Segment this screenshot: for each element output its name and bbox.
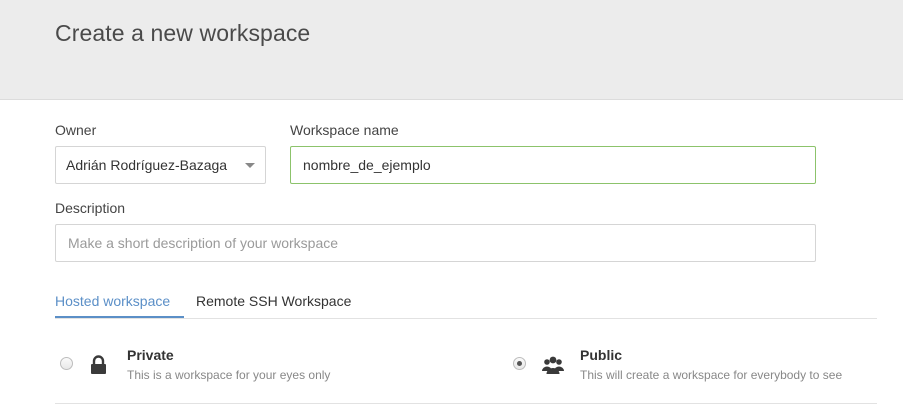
- private-option-title: Private: [127, 347, 174, 363]
- private-radio[interactable]: [60, 357, 73, 370]
- tab-hosted-workspace[interactable]: Hosted workspace: [55, 293, 170, 309]
- public-option-description: This will create a workspace for everybo…: [580, 368, 843, 382]
- workspace-name-input[interactable]: [290, 146, 816, 184]
- tab-remote-ssh-workspace[interactable]: Remote SSH Workspace: [196, 293, 351, 309]
- users-icon: [542, 355, 564, 380]
- lock-icon: [90, 355, 107, 380]
- private-option-description: This is a workspace for your eyes only: [127, 368, 331, 382]
- page-title: Create a new workspace: [55, 20, 311, 46]
- description-input[interactable]: [55, 224, 816, 262]
- owner-select-value: Adrián Rodríguez-Bazaga: [66, 157, 228, 173]
- page-header: Create a new workspace: [0, 0, 903, 100]
- owner-select[interactable]: Adrián Rodríguez-Bazaga: [55, 146, 266, 184]
- workspace-name-label: Workspace name: [290, 122, 399, 138]
- active-tab-indicator: [55, 316, 184, 318]
- public-radio[interactable]: [513, 357, 526, 370]
- chevron-down-icon: [245, 163, 255, 168]
- description-label: Description: [55, 200, 126, 216]
- owner-label: Owner: [55, 122, 97, 138]
- workspace-type-tabs: Hosted workspace Remote SSH Workspace: [55, 285, 877, 319]
- divider: [55, 403, 877, 404]
- public-option-title: Public: [580, 347, 623, 363]
